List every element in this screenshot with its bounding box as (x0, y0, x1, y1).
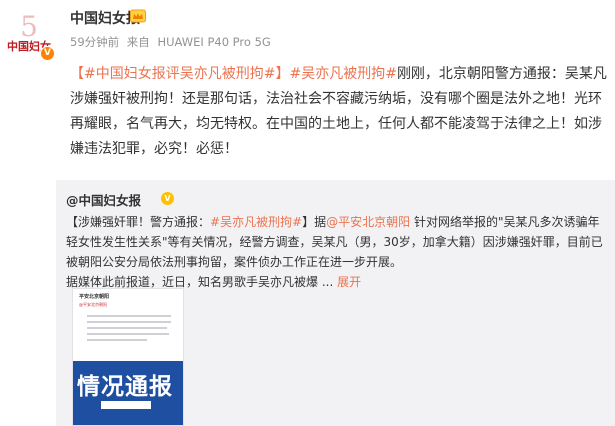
repost-tag-suffix: 】据 (302, 215, 327, 229)
vip-crown-icon[interactable] (130, 9, 146, 23)
source-prefix: 来自 (126, 35, 150, 49)
thumb-text-line (87, 327, 167, 329)
repost-body: 【涉嫌强奸罪！警方通报：#吴亦凡被刑拘#】据@平安北京朝阳 针对网络举报的"吴某… (66, 212, 611, 292)
hashtag-link[interactable]: 【#中国妇女报评吴亦凡被刑拘#】 (70, 66, 289, 82)
hashtag-link[interactable]: #吴亦凡被刑拘# (210, 215, 302, 229)
thumb-sub: @平安北京朝阳 (79, 302, 107, 307)
expand-link[interactable]: 展开 (337, 275, 361, 289)
repost-text-2: 据媒体此前报道，近日，知名男歌手吴亦凡被爆 ... (66, 275, 338, 289)
thumb-text-line (87, 333, 169, 335)
source-device[interactable]: HUAWEI P40 Pro 5G (157, 35, 270, 49)
repost-author[interactable]: @中国妇女报 (66, 190, 141, 209)
mention-link[interactable]: @平安北京朝阳 (326, 215, 410, 229)
repost-image[interactable]: 平安北京朝阳 @平安北京朝阳 情况通报 (72, 288, 184, 426)
post-meta: 59分钟前 来自 HUAWEI P40 Pro 5G (70, 34, 275, 50)
post-time[interactable]: 59分钟前 (70, 35, 119, 49)
thumb-title: 平安北京朝阳 (79, 294, 110, 300)
thumb-banner-text: 情况通报 (77, 374, 173, 400)
thumb-banner-bar (101, 401, 151, 409)
post-body: 【#中国妇女报评吴亦凡被刑拘#】#吴亦凡被刑拘#刚刚，北京朝阳警方通报：吴某凡涉… (70, 62, 610, 162)
verified-icon: V (40, 46, 55, 61)
thumb-text-line (87, 321, 171, 323)
verified-icon: V (161, 192, 174, 205)
repost-card[interactable]: @中国妇女报 V 【涉嫌强奸罪！警方通报：#吴亦凡被刑拘#】据@平安北京朝阳 针… (56, 180, 615, 426)
thumb-text-line (87, 315, 171, 317)
svg-text:5: 5 (20, 10, 38, 43)
thumb-text-line (87, 339, 147, 341)
repost-tag-prefix: 【涉嫌强奸罪！警方通报： (66, 215, 211, 229)
hashtag-link[interactable]: #吴亦凡被刑拘# (289, 66, 396, 82)
weibo-post: 5 中国妇女 V 中国妇女报 59分钟前 来自 HUAWEI P40 Pro 5… (0, 0, 615, 426)
